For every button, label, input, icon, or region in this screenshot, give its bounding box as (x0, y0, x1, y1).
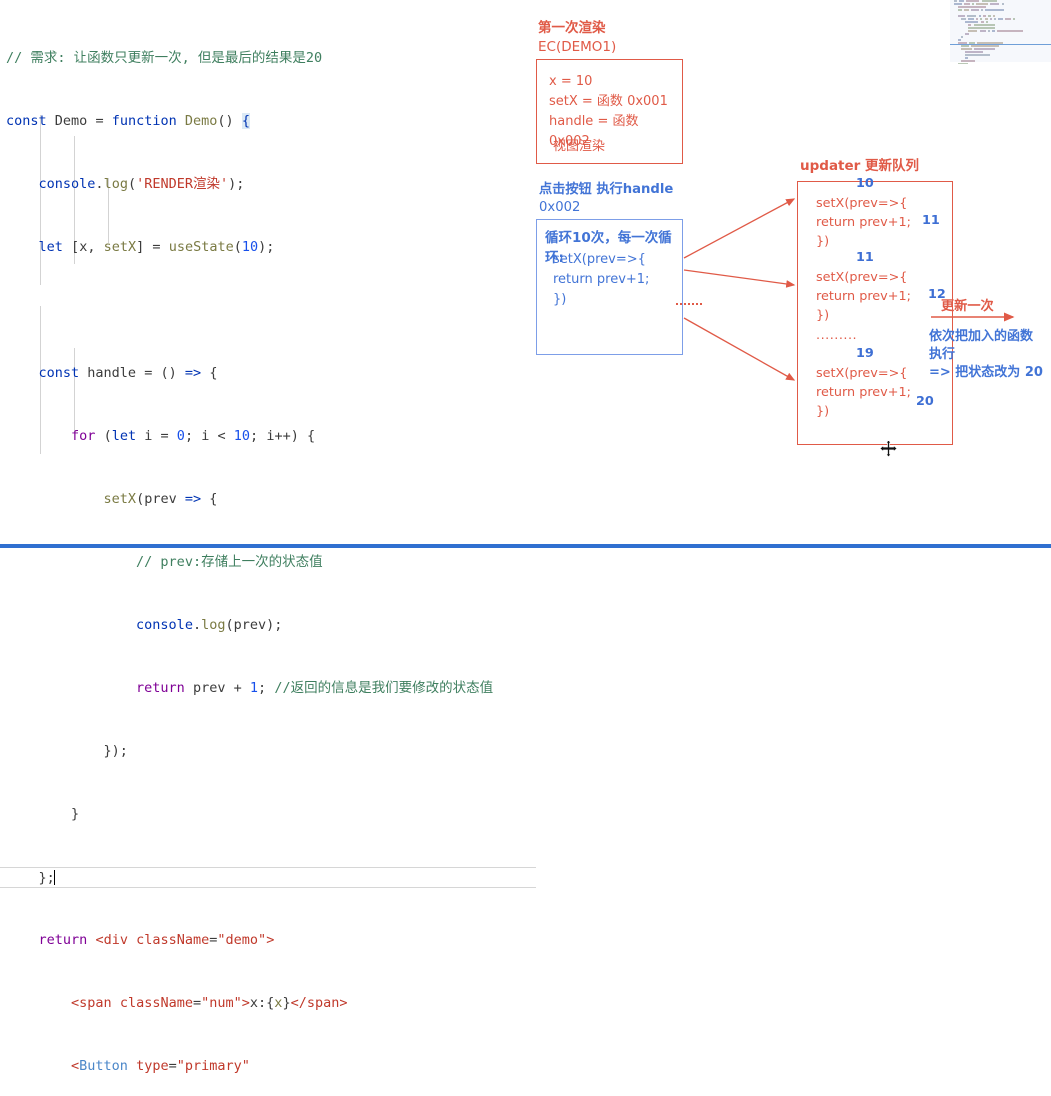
queue-item-prev: 10 (856, 176, 874, 191)
code-line[interactable]: <Button type="primary" (0, 1056, 536, 1077)
queue-item-code: setX(prev=>{ return prev+1; }) (816, 196, 911, 249)
minimap-line (950, 63, 1051, 64)
code-line[interactable]: <span className="num">x:{x}</span> (0, 993, 536, 1014)
code-line[interactable]: // 需求: 让函数只更新一次, 但是最后的结果是20 (0, 48, 536, 69)
minimap-lines (950, 0, 1051, 64)
first-render-subtitle: EC(DEMO1) (538, 39, 617, 55)
code-content[interactable]: // 需求: 让函数只更新一次, 但是最后的结果是20 const Demo =… (0, 6, 536, 1096)
code-line[interactable]: } (0, 804, 536, 825)
loop-box-body: setX(prev=>{ return prev+1; }) (553, 252, 650, 307)
click-handle-subtitle: 0x002 (539, 200, 581, 215)
queue-item-prev: 11 (856, 250, 874, 265)
code-line[interactable]: const handle = () => { (0, 363, 536, 384)
code-line[interactable] (0, 300, 536, 321)
code-line[interactable]: }); (0, 741, 536, 762)
update-once-label: 更新一次 (941, 299, 994, 314)
horizontal-scrollbar[interactable] (0, 544, 1051, 548)
code-line[interactable]: for (let i = 0; i < 10; i++) { (0, 426, 536, 447)
code-line[interactable]: return <div className="demo"> (0, 930, 536, 951)
code-line[interactable]: console.log('RENDER渲染'); (0, 174, 536, 195)
first-render-label: 第一次渲染 EC(DEMO1) (538, 19, 616, 57)
loop-box: 循环10次，每一次循环: setX(prev=>{ return prev+1;… (536, 219, 683, 355)
code-line[interactable]: // prev:存储上一次的状态值 (0, 552, 536, 573)
code-line[interactable]: const Demo = function Demo() { (0, 111, 536, 132)
right-side-note: 依次把加入的函数 执行 => 把状态改为 20 (929, 329, 1043, 380)
click-handle-title: 点击按钮 执行handle (539, 182, 674, 197)
queue-item-prev: 19 (856, 346, 874, 361)
code-line[interactable]: console.log(prev); (0, 615, 536, 636)
move-cursor (880, 440, 897, 457)
execution-context-footer: 视图渲染 (553, 139, 606, 154)
execution-context-box: x = 10 setX = 函数 0x001 handle = 函数 0x002… (536, 59, 683, 164)
code-line[interactable]: setX(prev => { (0, 489, 536, 510)
updater-queue-box: 10 setX(prev=>{ return prev+1; }) 11 11 … (797, 176, 953, 445)
text-caret (53, 870, 55, 885)
queue-item-code: setX(prev=>{ return prev+1; }) (816, 366, 911, 419)
code-line-active[interactable]: }; (0, 867, 536, 888)
queue-item-next: 20 (916, 394, 934, 409)
queue-ellipsis: ......... (816, 328, 858, 343)
first-render-title: 第一次渲染 (538, 20, 606, 36)
queue-item-next: 11 (922, 213, 940, 228)
code-minimap[interactable] (950, 0, 1051, 64)
queue-item-code: setX(prev=>{ return prev+1; }) (816, 270, 911, 323)
code-line[interactable]: return prev + 1; //返回的信息是我们要修改的状态值 (0, 678, 536, 699)
updater-queue-label: updater 更新队列 (800, 158, 920, 174)
code-line[interactable]: let [x, setX] = useState(10); (0, 237, 536, 258)
click-handle-label: 点击按钮 执行handle 0x002 (539, 181, 673, 217)
